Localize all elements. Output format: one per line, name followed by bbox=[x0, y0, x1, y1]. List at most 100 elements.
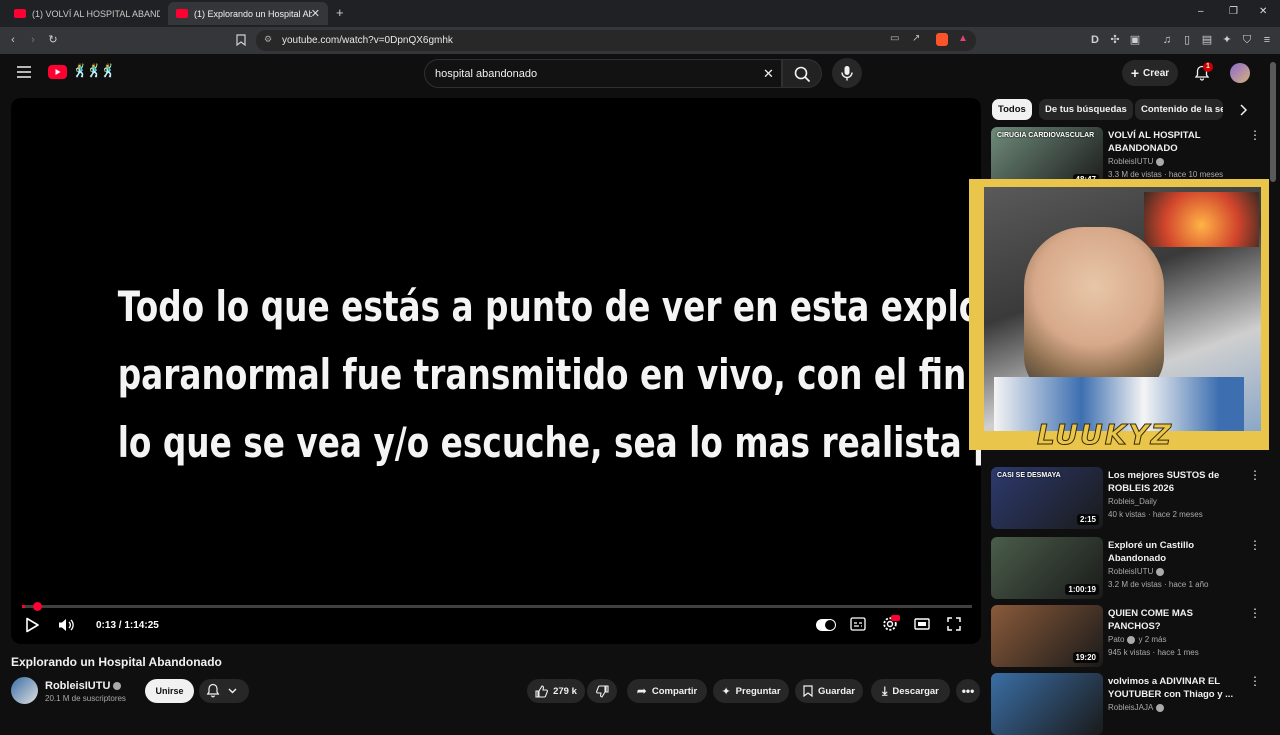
video-title: Explorando un Hospital Abandonado bbox=[11, 655, 222, 669]
chips-next-icon[interactable] bbox=[1238, 104, 1248, 116]
recommendation-meta: 945 k vistas · hace 1 mes bbox=[1108, 648, 1199, 657]
subtitles-icon[interactable] bbox=[850, 617, 866, 631]
verified-icon bbox=[1156, 703, 1165, 712]
recommendation-item[interactable]: CASI SE DESMAYA 2:15 Los mejores SUSTOS de… bbox=[991, 467, 1261, 529]
screenshot-icon[interactable]: ▣ bbox=[1128, 33, 1142, 47]
autoplay-toggle[interactable] bbox=[816, 619, 836, 631]
settings-gear-icon[interactable] bbox=[882, 615, 900, 632]
recommendation-item[interactable]: 1:00:19 Exploré un Castillo Abandonado Rob… bbox=[991, 537, 1261, 599]
channel-name-text: Robleis_Daily bbox=[1108, 497, 1157, 506]
search-input[interactable]: hospital abandonado ✕ bbox=[424, 59, 782, 88]
progress-bar[interactable] bbox=[22, 602, 972, 611]
share-button[interactable]: ➦ Compartir bbox=[627, 679, 707, 703]
recommendation-channel[interactable]: RobleisJAJA bbox=[1108, 703, 1165, 712]
wallet-icon[interactable]: ▤ bbox=[1200, 33, 1214, 47]
overlay-line: paranormal fue transmitido en vivo, con … bbox=[117, 350, 981, 399]
share-page-icon[interactable]: ↗ bbox=[912, 33, 920, 44]
url-text: youtube.com/watch?v=0DpnQX6gmhk bbox=[282, 35, 453, 46]
extensions-icon[interactable]: ✣ bbox=[1108, 33, 1122, 47]
browser-tab-active[interactable]: (1) Explorando un Hospital Aban ✕ bbox=[168, 2, 328, 25]
doodle-figures-icon[interactable]: 🕺🕺🕺 bbox=[72, 63, 117, 79]
save-label: Guardar bbox=[818, 685, 855, 697]
more-vertical-icon[interactable]: ⋮ bbox=[1249, 129, 1261, 141]
subscription-bell-button[interactable] bbox=[199, 679, 249, 703]
chip-contenido-de-la-serie[interactable]: Contenido de la ser bbox=[1135, 99, 1223, 120]
video-overlay-text: Todo lo que estás a punto de ver en esta… bbox=[117, 273, 981, 477]
ask-button[interactable]: ✦ Preguntar bbox=[713, 679, 789, 703]
video-thumbnail[interactable]: 19:20 bbox=[991, 605, 1103, 667]
fullscreen-icon[interactable] bbox=[947, 617, 961, 631]
recommendation-channel[interactable]: Robleis_Daily bbox=[1108, 497, 1157, 506]
chip-de-tus-busquedas[interactable]: De tus búsquedas bbox=[1039, 99, 1133, 120]
verified-icon bbox=[113, 682, 122, 691]
more-vertical-icon[interactable]: ⋮ bbox=[1249, 539, 1261, 551]
verified-icon bbox=[1156, 157, 1165, 166]
scrubber-handle[interactable] bbox=[32, 602, 42, 611]
save-button[interactable]: Guardar bbox=[795, 679, 863, 703]
webcam-video bbox=[984, 187, 1261, 431]
more-actions-button[interactable]: ••• bbox=[956, 679, 980, 703]
brave-rewards-icon[interactable]: ▲ bbox=[958, 33, 968, 44]
close-tab-icon[interactable]: ✕ bbox=[311, 7, 320, 20]
download-button[interactable]: ⤓ Descargar bbox=[871, 679, 950, 703]
bookmark-icon[interactable] bbox=[234, 33, 248, 47]
recommendation-title[interactable]: volvimos a ADIVINAR EL YOUTUBER con Thia… bbox=[1108, 675, 1240, 701]
youtube-logo-icon[interactable] bbox=[48, 65, 67, 79]
forward-icon[interactable]: › bbox=[26, 33, 40, 47]
video-thumbnail[interactable] bbox=[991, 673, 1103, 735]
more-vertical-icon[interactable]: ⋮ bbox=[1249, 469, 1261, 481]
join-button[interactable]: Unirse bbox=[145, 679, 194, 703]
chip-todos[interactable]: Todos bbox=[992, 99, 1032, 120]
recommendation-channel[interactable]: Pato y 2 más bbox=[1108, 635, 1166, 644]
page-scrollbar[interactable] bbox=[1270, 62, 1276, 182]
recommendation-title[interactable]: VOLVÍ AL HOSPITAL ABANDONADO bbox=[1108, 129, 1240, 155]
brave-shields-icon[interactable] bbox=[936, 33, 948, 46]
channel-name-text: Pato bbox=[1108, 635, 1125, 644]
more-vertical-icon[interactable]: ⋮ bbox=[1249, 675, 1261, 687]
channel-name[interactable]: RobleisIUTU bbox=[45, 680, 122, 692]
play-button[interactable] bbox=[25, 617, 39, 633]
channel-avatar[interactable] bbox=[11, 677, 38, 704]
sidebar-icon[interactable]: ▯ bbox=[1180, 33, 1194, 47]
dislike-button[interactable] bbox=[587, 679, 617, 703]
video-thumbnail[interactable]: CASI SE DESMAYA 2:15 bbox=[991, 467, 1103, 529]
like-button[interactable]: 279 k bbox=[527, 679, 585, 703]
back-icon[interactable]: ‹ bbox=[6, 33, 20, 47]
browser-tab-bar: (1) VOLVÍ AL HOSPITAL ABANDONADO (1) Exp… bbox=[0, 0, 1280, 27]
cast-icon[interactable]: ▭ bbox=[890, 33, 899, 44]
volume-icon[interactable] bbox=[58, 617, 75, 633]
recommendation-title[interactable]: Los mejores SUSTOS de ROBLEIS 2026 bbox=[1108, 469, 1240, 495]
create-button[interactable]: + Crear bbox=[1122, 60, 1178, 86]
recommendation-item[interactable]: volvimos a ADIVINAR EL YOUTUBER con Thia… bbox=[991, 673, 1261, 735]
clear-search-icon[interactable]: ✕ bbox=[763, 66, 774, 82]
recommendation-title[interactable]: QUIEN COME MAS PANCHOS? bbox=[1108, 607, 1240, 633]
menu-icon[interactable]: ≡ bbox=[1260, 33, 1274, 47]
voice-search-button[interactable] bbox=[832, 58, 862, 88]
overlay-line: Todo lo que estás a punto de ver en esta… bbox=[117, 282, 981, 331]
video-thumbnail[interactable]: 1:00:19 bbox=[991, 537, 1103, 599]
close-window-button[interactable]: ✕ bbox=[1259, 6, 1267, 17]
new-tab-button[interactable]: + bbox=[336, 5, 344, 20]
account-avatar[interactable] bbox=[1230, 63, 1250, 83]
hamburger-menu-icon[interactable] bbox=[17, 66, 31, 78]
browser-tab[interactable]: (1) VOLVÍ AL HOSPITAL ABANDONADO bbox=[6, 2, 166, 25]
reload-icon[interactable]: ↻ bbox=[46, 33, 60, 47]
maximize-button[interactable]: ❐ bbox=[1229, 6, 1238, 17]
recommendation-title[interactable]: Exploré un Castillo Abandonado bbox=[1108, 539, 1240, 565]
webcam-name-label: LUUKYZ bbox=[1036, 418, 1174, 452]
video-player[interactable]: Todo lo que estás a punto de ver en esta… bbox=[11, 98, 981, 644]
recommendation-item[interactable]: 19:20 QUIEN COME MAS PANCHOS? Pato y 2 más 9… bbox=[991, 605, 1261, 667]
theater-mode-icon[interactable] bbox=[914, 617, 930, 631]
minimize-button[interactable]: – bbox=[1198, 6, 1204, 17]
leo-ai-icon[interactable]: ✦ bbox=[1220, 33, 1234, 47]
address-bar[interactable]: ⚙ youtube.com/watch?v=0DpnQX6gmhk ▭ ↗ ▲ bbox=[256, 30, 976, 51]
site-info-icon[interactable]: ⚙ bbox=[264, 34, 272, 45]
vpn-icon[interactable]: ⛉ bbox=[1240, 33, 1254, 47]
search-button[interactable] bbox=[782, 59, 822, 88]
media-icon[interactable]: ♫ bbox=[1160, 33, 1174, 47]
search-query-text: hospital abandonado bbox=[435, 68, 538, 80]
recommendation-channel[interactable]: RobleisIUTU bbox=[1108, 157, 1165, 166]
more-vertical-icon[interactable]: ⋮ bbox=[1249, 607, 1261, 619]
recommendation-channel[interactable]: RobleisIUTU bbox=[1108, 567, 1165, 576]
extension-d-icon[interactable]: D bbox=[1088, 33, 1102, 47]
